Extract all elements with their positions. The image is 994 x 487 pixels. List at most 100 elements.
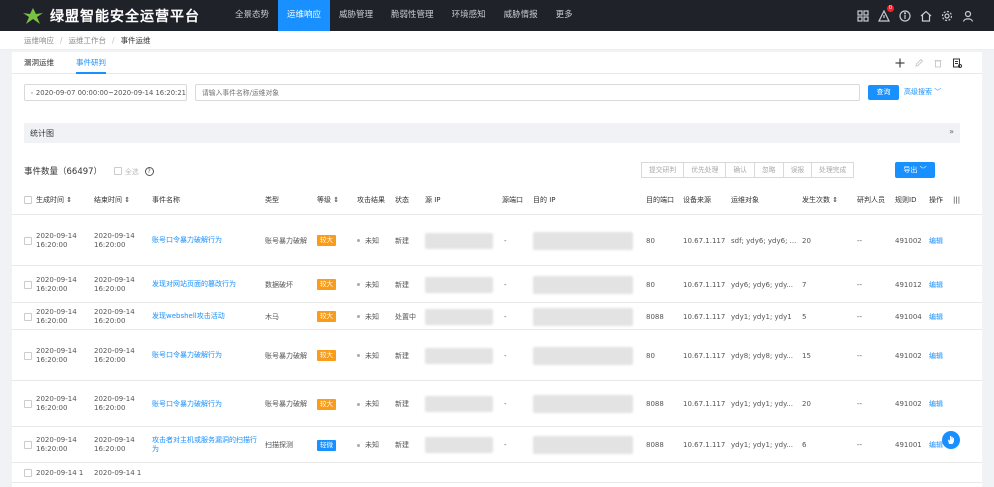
- end-time: 2020-09-14 16:20:00: [94, 215, 146, 266]
- event-name-link[interactable]: 发现对网站页面的篡改行为: [152, 280, 236, 289]
- tab-vuln-ops[interactable]: 漏洞运维: [24, 52, 54, 74]
- confirm-button[interactable]: 确认: [725, 162, 755, 178]
- add-icon[interactable]: [894, 57, 905, 68]
- export-file-icon[interactable]: [951, 57, 962, 68]
- tab-event-judge[interactable]: 事件研判: [76, 52, 106, 74]
- nav-item-threat-mgmt[interactable]: 威胁管理: [330, 0, 382, 31]
- col-times[interactable]: 发生次数 ⇕: [802, 185, 838, 215]
- row-checkbox[interactable]: [24, 441, 32, 449]
- event-name-link[interactable]: 攻击者对主机或服务漏洞的扫描行为: [152, 436, 257, 454]
- nav-item-threat-intel[interactable]: 威胁情报: [495, 0, 547, 31]
- nav-item-ops-response[interactable]: 运维响应: [278, 0, 331, 31]
- user-icon[interactable]: [962, 10, 974, 22]
- table-row[interactable]: 2020-09-14 16:20:00 2020-09-14 16:20:00 账号…: [12, 381, 982, 427]
- judge-person: --: [857, 280, 863, 289]
- col-level[interactable]: 等级 ⇕: [317, 185, 339, 215]
- edit-link[interactable]: 编辑: [929, 215, 949, 266]
- row-checkbox[interactable]: [24, 400, 32, 408]
- edit-link[interactable]: 编辑: [929, 312, 943, 322]
- done-button[interactable]: 处理完成: [811, 162, 855, 178]
- event-name-link[interactable]: 发现webshell攻击活动: [152, 303, 257, 330]
- row-checkbox[interactable]: [24, 427, 34, 463]
- event-name-link[interactable]: 账号口令暴力破解行为: [152, 236, 222, 245]
- judge-person: --: [857, 312, 863, 321]
- ops-object: ydy1; ydy1; ydy...: [731, 381, 799, 427]
- nav-item-env-awareness[interactable]: 环境感知: [443, 0, 495, 31]
- double-chevron-down-icon[interactable]: »: [949, 127, 954, 136]
- row-checkbox[interactable]: [24, 303, 34, 330]
- edit-link[interactable]: 编辑: [929, 381, 949, 427]
- edit-link[interactable]: 编辑: [929, 266, 949, 303]
- table-row[interactable]: 2020-09-14 16:20:00 2020-09-14 16:20:00 发现…: [12, 266, 982, 303]
- edit-link[interactable]: 编辑: [929, 330, 949, 381]
- app-logo[interactable]: 绿盟智能安全运营平台: [0, 0, 226, 31]
- rule-id: 491002: [895, 381, 927, 427]
- false-positive-button[interactable]: 误报: [782, 162, 813, 178]
- row-checkbox[interactable]: [24, 266, 34, 303]
- event-name-link[interactable]: 账号口令暴力破解行为: [152, 330, 257, 381]
- nav-item-vuln-mgmt[interactable]: 脆弱性管理: [382, 0, 443, 31]
- stats-collapse-bar[interactable]: 统计图 »: [24, 123, 960, 143]
- event-name-link[interactable]: 账号口令暴力破解行为: [152, 215, 257, 266]
- header-checkbox[interactable]: [24, 196, 32, 204]
- breadcrumb-item[interactable]: 运维工作台: [69, 35, 107, 46]
- select-all[interactable]: 全选: [114, 166, 139, 176]
- table-row[interactable]: 2020-09-14 16:20:00 2020-09-14 16:20:00 攻击…: [12, 427, 982, 463]
- row-checkbox[interactable]: [24, 463, 34, 483]
- assistant-fab[interactable]: [942, 431, 960, 449]
- event-name-link[interactable]: 账号口令暴力破解行为: [152, 381, 257, 427]
- edit-link[interactable]: 编辑: [929, 280, 943, 290]
- event-name-link[interactable]: 发现对网站页面的篡改行为: [152, 266, 257, 303]
- event-name-link[interactable]: 账号口令暴力破解行为: [152, 400, 222, 409]
- row-checkbox[interactable]: [24, 280, 32, 289]
- priority-button[interactable]: 优先处理: [683, 162, 727, 178]
- date-range-picker[interactable]: 2020-09-07 00:00:00~2020-09-14 16:20:21: [24, 84, 187, 101]
- row-checkbox[interactable]: [24, 215, 34, 266]
- col-gen-time[interactable]: 生成时间 ⇕: [36, 185, 72, 215]
- device-source: 10.67.1.117: [683, 266, 729, 303]
- attack-result: 未知: [357, 266, 393, 303]
- edit-link[interactable]: 编辑: [929, 399, 943, 409]
- row-checkbox[interactable]: [24, 236, 32, 245]
- row-checkbox[interactable]: [24, 330, 34, 381]
- col-type: 类型: [265, 196, 279, 204]
- select-all-checkbox[interactable]: [114, 167, 123, 175]
- gear-icon[interactable]: [941, 10, 953, 22]
- delete-icon[interactable]: [932, 57, 943, 68]
- redacted-dst-ip: [533, 231, 633, 250]
- table-row[interactable]: 2020-09-14 1 2020-09-14 1: [12, 463, 982, 483]
- breadcrumb-item[interactable]: 运维响应: [24, 35, 54, 46]
- row-checkbox[interactable]: [24, 469, 32, 477]
- nav-item-more[interactable]: 更多: [547, 0, 582, 31]
- attack-result-text: 未知: [365, 351, 379, 360]
- event-name-link[interactable]: 账号口令暴力破解行为: [152, 351, 222, 360]
- advanced-search-link[interactable]: 高级搜索 ﹀: [904, 85, 941, 100]
- edit-link[interactable]: 编辑: [929, 236, 943, 246]
- home-icon[interactable]: [920, 10, 932, 22]
- alert-icon[interactable]: 0: [878, 4, 894, 22]
- event-name-link[interactable]: 发现webshell攻击活动: [152, 312, 225, 321]
- query-button[interactable]: 查询: [868, 85, 899, 100]
- table-row[interactable]: 2020-09-14 16:20:00 2020-09-14 16:20:00 发现…: [12, 303, 982, 330]
- info-icon[interactable]: [899, 9, 911, 22]
- table-row[interactable]: 2020-09-14 16:20:00 2020-09-14 16:20:00 账号…: [12, 215, 982, 266]
- event-type: 账号暴力破解: [265, 236, 307, 245]
- edit-icon[interactable]: [913, 57, 924, 68]
- table-row[interactable]: 2020-09-14 16:20:00 2020-09-14 16:20:00 账号…: [12, 330, 982, 381]
- col-end-time[interactable]: 结束时间 ⇕: [94, 185, 130, 215]
- edit-link[interactable]: 编辑: [929, 440, 943, 450]
- search-input[interactable]: [195, 84, 860, 101]
- edit-link[interactable]: 编辑: [929, 351, 943, 361]
- grid-icon[interactable]: [857, 9, 869, 22]
- row-checkbox[interactable]: [24, 351, 32, 360]
- help-icon[interactable]: ?: [144, 166, 154, 176]
- row-checkbox[interactable]: [24, 381, 34, 427]
- column-settings-icon[interactable]: |||: [953, 185, 960, 215]
- submit-judge-button[interactable]: 提交研判: [641, 162, 685, 178]
- edit-link[interactable]: 编辑: [929, 303, 949, 330]
- ignore-button[interactable]: 忽略: [753, 162, 784, 178]
- row-checkbox[interactable]: [24, 312, 32, 321]
- export-button[interactable]: 导出 ﹀: [895, 162, 935, 178]
- nav-item-overview[interactable]: 全景态势: [226, 0, 278, 31]
- event-name-link[interactable]: 攻击者对主机或服务漏洞的扫描行为: [152, 427, 257, 463]
